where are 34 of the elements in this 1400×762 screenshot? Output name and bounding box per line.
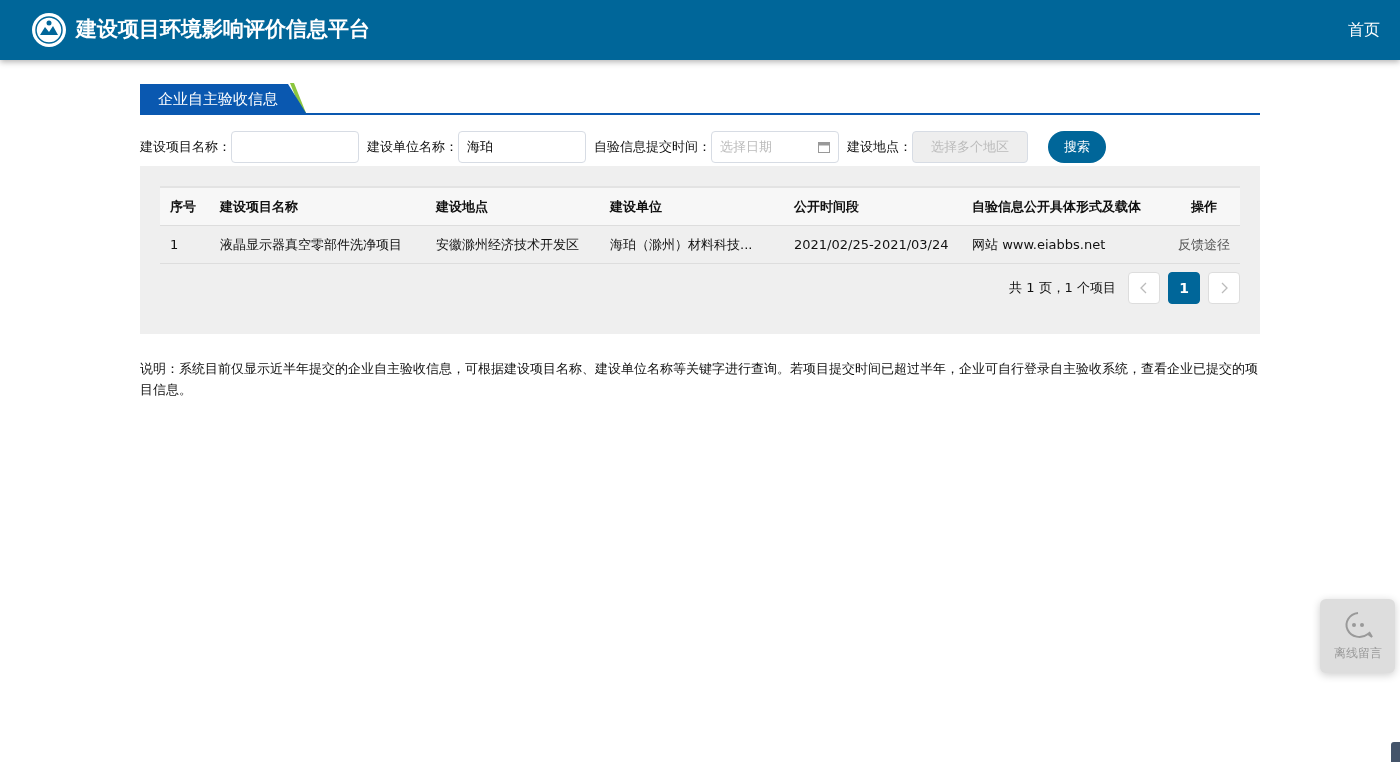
column-header: 建设单位 <box>608 197 663 216</box>
table-cell-text: 海珀（滁州）材料科技... <box>609 235 754 254</box>
chevron-left-icon <box>1140 282 1148 294</box>
chevron-right-icon <box>1220 282 1228 294</box>
note-text: 说明：系统目前仅显示近半年提交的企业自主验收信息，可根据建设项目名称、建设单位名称等关键字进行查询。若项目提交时间已超过半年，企业可自行登录自主验收系统，查看企业已提交的项目信息。 <box>140 360 1259 399</box>
side-handle[interactable] <box>1391 742 1400 762</box>
previous-page-button[interactable] <box>1128 272 1160 304</box>
site-title: 建设项目环境影响评价信息平台 <box>76 16 370 44</box>
page-button[interactable]: 1 <box>1168 272 1200 304</box>
column-header: 序号 <box>169 197 197 216</box>
calendar-icon <box>818 141 830 153</box>
filter-label: 建设项目名称： <box>140 138 231 157</box>
next-page-button[interactable] <box>1208 272 1240 304</box>
text-field[interactable]: 海珀 <box>458 131 586 163</box>
column-header: 公开时间段 <box>793 197 860 216</box>
column-header: 建设项目名称 <box>218 197 299 216</box>
table-cell-text: 1 <box>169 235 180 254</box>
table-cell-text: 2021/02/25-2021/03/24 <box>793 235 950 254</box>
filter-label: 建设地点： <box>847 138 912 157</box>
section-tab[interactable]: 企业自主验收信息 <box>140 84 306 113</box>
column-header: 操作 <box>1190 197 1218 216</box>
nav-link[interactable]: 首页 <box>1348 18 1380 42</box>
column-header: 建设地点 <box>434 197 489 216</box>
column-header: 自验信息公开具体形式及载体 <box>971 197 1142 216</box>
table-cell-text: 网站 www.eiabbs.net <box>971 235 1107 254</box>
text-field[interactable] <box>231 131 359 163</box>
pagination-summary: 共 1 页，1 个项目 <box>1009 279 1116 298</box>
filter-label: 建设单位名称： <box>367 138 458 157</box>
emblem-logo-icon <box>30 11 68 49</box>
search-button[interactable]: 搜索 <box>1048 131 1106 163</box>
table-cell-text: 安徽滁州经济技术开发区 <box>435 235 580 254</box>
feedback-link[interactable]: 反馈途径 <box>1164 226 1240 263</box>
table-cell-text: 液晶显示器真空零部件洗净项目 <box>219 235 403 254</box>
filter-label: 自验信息提交时间： <box>594 138 711 157</box>
